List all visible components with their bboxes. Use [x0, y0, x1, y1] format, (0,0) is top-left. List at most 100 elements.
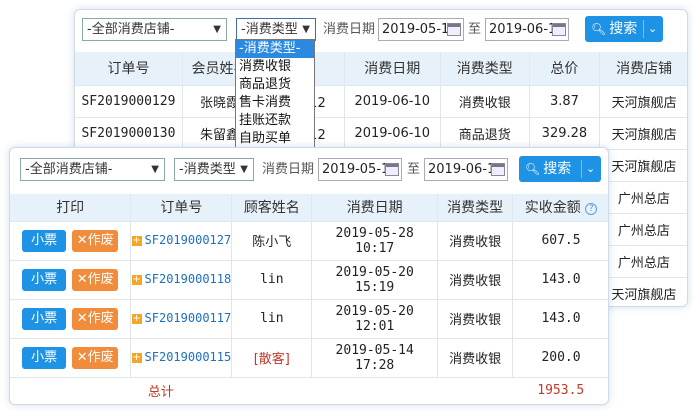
- store-cell: 广州总店: [599, 213, 687, 246]
- to-label: 至: [407, 162, 421, 177]
- expand-plus-icon[interactable]: +: [131, 352, 142, 363]
- close-icon: ✕: [76, 271, 88, 287]
- calendar-icon[interactable]: [385, 163, 399, 176]
- front-table: 打印 订单号 顾客姓名 消费日期 消费类型 实收金额 ? 小票 ✕作废 + SF20…: [10, 194, 608, 404]
- help-icon[interactable]: ?: [585, 203, 598, 216]
- close-icon: ✕: [76, 310, 88, 326]
- void-label: 作废: [87, 349, 114, 365]
- col-order: 订单号: [130, 194, 233, 222]
- amount-cell: 200.0: [512, 338, 608, 378]
- search-label: 搜索: [543, 161, 572, 177]
- void-button[interactable]: ✕作废: [72, 268, 119, 291]
- order-number[interactable]: SF2019000130: [75, 117, 183, 150]
- col-date: 消费日期: [344, 52, 441, 86]
- void-button[interactable]: ✕作废: [72, 346, 119, 369]
- calendar-icon[interactable]: [552, 23, 566, 36]
- search-button[interactable]: 🔍︎ 搜索 ⌄: [519, 156, 601, 182]
- expand-plus-icon[interactable]: +: [131, 235, 142, 246]
- col-order: 订单号: [75, 52, 183, 86]
- dropdown-option-self-pay[interactable]: 自助买单: [236, 130, 314, 148]
- customer-name: 陈小飞: [231, 221, 313, 261]
- order-cell: + SF2019000118: [130, 260, 233, 300]
- table-row: SF2019000130 朱留鑫 -10岁12 2019-06-10 商品退货 …: [75, 117, 687, 150]
- chevron-down-icon: ▼: [213, 24, 221, 35]
- type-cell: 商品退货: [440, 117, 530, 150]
- date-label: 消费日期: [262, 162, 315, 177]
- void-button[interactable]: ✕作废: [72, 229, 119, 252]
- date-cell: 2019-05-20 15:19: [311, 260, 439, 300]
- date-cell: 2019-06-10: [344, 117, 441, 150]
- total-row: 总计 1953.5: [10, 377, 608, 404]
- col-total: 总价: [529, 52, 601, 86]
- amount-cell: 143.0: [512, 260, 608, 300]
- chevron-down-icon[interactable]: ⌄: [648, 16, 657, 42]
- date-cell: 2019-05-20 12:01: [311, 299, 439, 339]
- col-amount-label: 实收金额: [524, 200, 581, 217]
- search-button[interactable]: 🔍︎ 搜索 ⌄: [585, 16, 663, 42]
- dropdown-option-all[interactable]: -消费类型-: [236, 40, 314, 58]
- type-select-value: -消费类型: [179, 162, 236, 177]
- void-button[interactable]: ✕作废: [72, 307, 119, 330]
- expand-plus-icon[interactable]: +: [131, 313, 142, 324]
- close-icon: ✕: [76, 232, 88, 248]
- front-toolbar: -全部消费店铺- ▼ -消费类型 ▼ 消费日期 2019-05-11 至 201…: [10, 148, 608, 192]
- amount-cell: 607.5: [512, 221, 608, 261]
- print-ticket-button[interactable]: 小票: [22, 229, 67, 252]
- type-cell: 消费收银: [437, 260, 514, 300]
- expand-plus-icon[interactable]: +: [131, 274, 142, 285]
- customer-name: lin: [231, 260, 313, 300]
- dropdown-option-card-sale[interactable]: 售卡消费: [236, 94, 314, 112]
- total-cell: 3.87: [529, 85, 601, 118]
- order-link[interactable]: SF2019000115: [145, 350, 232, 364]
- search-icon: 🔍︎: [591, 22, 607, 36]
- print-actions: 小票 ✕作废: [10, 221, 132, 261]
- print-ticket-button[interactable]: 小票: [22, 307, 67, 330]
- table-row: 小票 ✕作废 + SF2019000117 lin 2019-05-20 12:01…: [10, 299, 608, 339]
- col-type: 消费类型: [437, 194, 514, 222]
- date-from-input[interactable]: 2019-05-11: [378, 18, 464, 41]
- print-ticket-button[interactable]: 小票: [22, 346, 67, 369]
- customer-name: [散客]: [231, 338, 313, 378]
- date-to-input[interactable]: 2019-06-10: [485, 18, 569, 41]
- chevron-down-icon[interactable]: ⌄: [586, 156, 595, 182]
- search-icon: 🔍︎: [525, 162, 541, 176]
- date-cell: 2019-05-14 17:28: [311, 338, 439, 378]
- store-select-value: -全部消费店铺-: [25, 162, 113, 177]
- store-cell: 天河旗舰店: [599, 85, 687, 118]
- dropdown-option-checkout[interactable]: 消费收银: [236, 58, 314, 76]
- table-row: SF2019000129 张晓霞 -10岁12 2019-06-10 消费收银 …: [75, 85, 687, 118]
- order-cell: + SF2019000117: [130, 299, 233, 339]
- date-cell: 2019-06-10: [344, 85, 441, 118]
- store-select[interactable]: -全部消费店铺- ▼: [20, 158, 165, 181]
- type-select-value: -消费类型: [241, 22, 298, 37]
- date-to-input[interactable]: 2019-06-10: [424, 158, 508, 181]
- total-label: 总计: [10, 377, 312, 404]
- order-link[interactable]: SF2019000117: [145, 311, 232, 325]
- search-label: 搜索: [609, 21, 638, 37]
- date-from-input[interactable]: 2019-05-11: [318, 158, 402, 181]
- close-icon: ✕: [76, 349, 88, 365]
- store-cell: 广州总店: [599, 181, 687, 214]
- print-ticket-button[interactable]: 小票: [22, 268, 67, 291]
- customer-name: lin: [231, 299, 313, 339]
- type-select[interactable]: -消费类型 ▼: [236, 18, 316, 41]
- order-number[interactable]: SF2019000129: [75, 85, 183, 118]
- type-select[interactable]: -消费类型 ▼: [174, 158, 254, 181]
- store-cell: 天河旗舰店: [599, 149, 687, 182]
- dropdown-option-return[interactable]: 商品退货: [236, 76, 314, 94]
- to-label: 至: [468, 22, 482, 37]
- store-cell: 天河旗舰店: [599, 117, 687, 150]
- calendar-icon[interactable]: [491, 163, 505, 176]
- dropdown-option-credit-repay[interactable]: 挂账还款: [236, 112, 314, 130]
- divider: [643, 20, 644, 38]
- calendar-icon[interactable]: [447, 23, 461, 36]
- col-type: 消费类型: [440, 52, 530, 86]
- order-link[interactable]: SF2019000118: [145, 272, 232, 286]
- store-select[interactable]: -全部消费店铺- ▼: [82, 18, 227, 41]
- date-cell: 2019-05-28 10:17: [311, 221, 439, 261]
- print-actions: 小票 ✕作废: [10, 338, 132, 378]
- type-cell: 消费收银: [437, 299, 514, 339]
- print-actions: 小票 ✕作废: [10, 260, 132, 300]
- order-link[interactable]: SF2019000127: [145, 233, 232, 247]
- date-label: 消费日期: [323, 22, 376, 37]
